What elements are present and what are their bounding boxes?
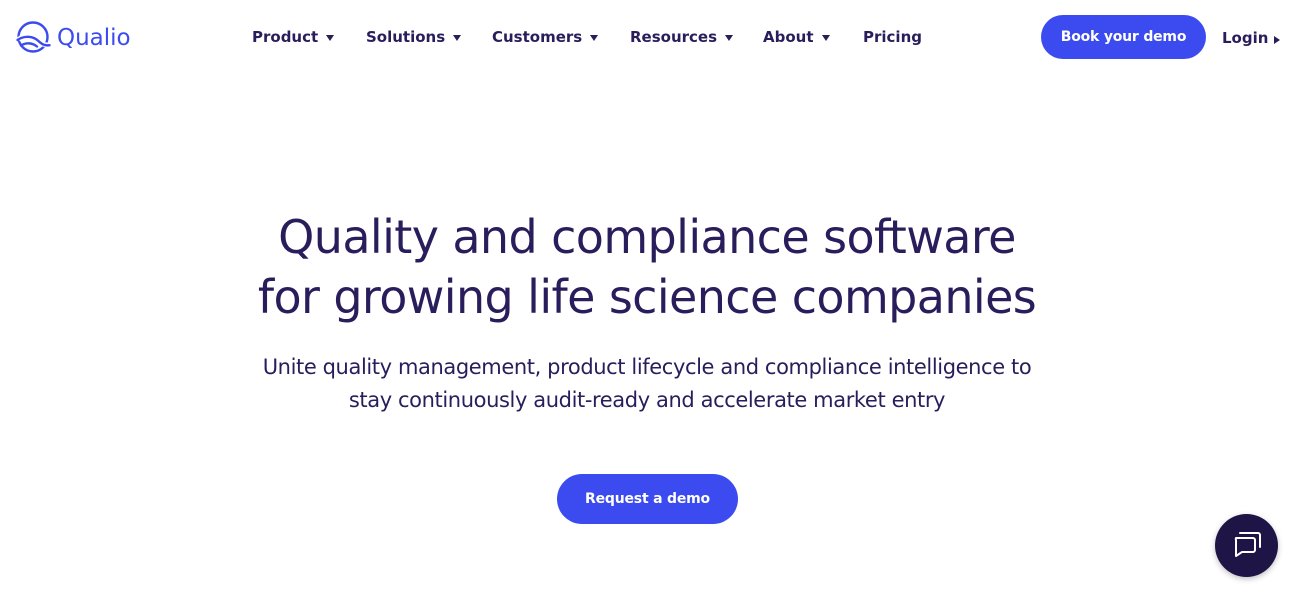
caret-down-icon (453, 35, 462, 41)
nav-item-label: Customers (492, 28, 583, 46)
caret-down-icon (725, 35, 734, 41)
hero-title-line: Quality and compliance software (278, 210, 1016, 264)
nav-item-pricing[interactable]: Pricing (863, 26, 922, 48)
hero-title: Quality and compliance software for grow… (0, 207, 1294, 327)
qualio-logo[interactable]: Qualio (15, 19, 131, 55)
request-demo-button[interactable]: Request a demo (557, 474, 738, 524)
nav-item-product[interactable]: Product (252, 26, 335, 48)
nav-item-about[interactable]: About (763, 26, 830, 48)
caret-down-icon (590, 35, 599, 41)
nav-item-label: Solutions (366, 28, 446, 46)
nav-item-label: Resources (630, 28, 718, 46)
caret-right-icon (1274, 35, 1281, 44)
nav-item-label: About (763, 28, 814, 46)
caret-down-icon (821, 35, 830, 41)
hero-subtitle: Unite quality management, product lifecy… (0, 351, 1294, 417)
chat-bubbles-icon (1232, 530, 1262, 562)
site-header: Qualio Product Solutions Customers Resou… (0, 0, 1294, 74)
logo-wordmark: Qualio (57, 25, 131, 51)
nav-item-solutions[interactable]: Solutions (366, 26, 462, 48)
hero-subtitle-line: stay continuously audit-ready and accele… (348, 388, 946, 412)
nav-item-resources[interactable]: Resources (630, 26, 734, 48)
book-demo-button[interactable]: Book your demo (1041, 15, 1206, 59)
nav-item-label: Pricing (863, 28, 922, 46)
caret-down-icon (326, 35, 335, 41)
hero-subtitle-line: Unite quality management, product lifecy… (262, 355, 1032, 379)
chat-launcher-button[interactable] (1215, 514, 1278, 577)
nav-item-label: Product (252, 28, 319, 46)
login-label: Login (1222, 29, 1269, 47)
hero-title-line: for growing life science companies (257, 270, 1037, 324)
login-link[interactable]: Login (1222, 27, 1281, 49)
nav-item-customers[interactable]: Customers (492, 26, 599, 48)
qualio-logo-icon (15, 20, 51, 54)
